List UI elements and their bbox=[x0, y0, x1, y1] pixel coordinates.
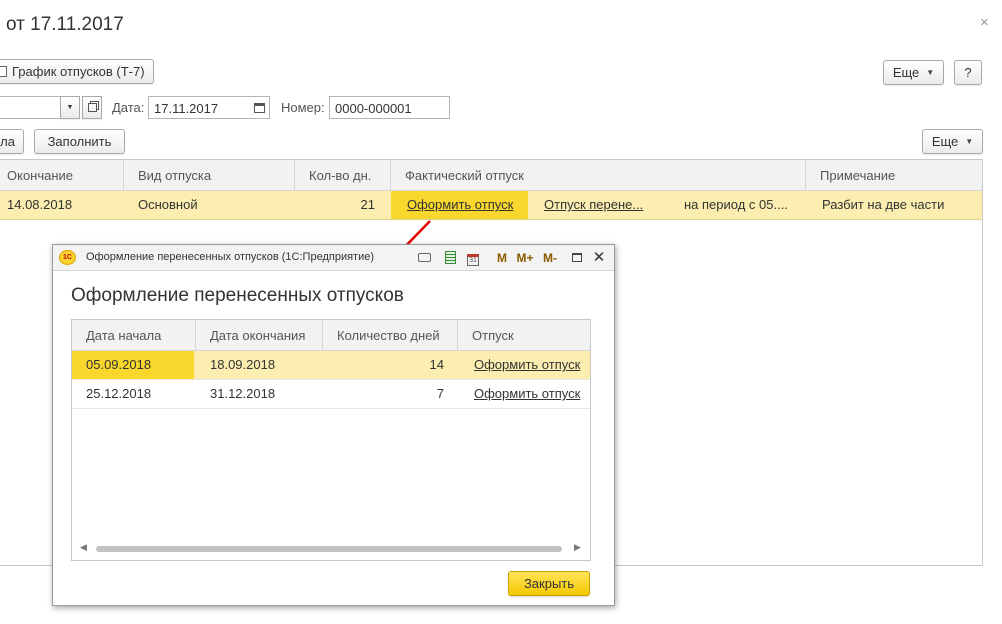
help-button-label: ? bbox=[964, 65, 972, 80]
memory-plus-button[interactable]: M+ bbox=[514, 249, 536, 267]
fill-button[interactable]: Заполнить bbox=[34, 129, 125, 154]
moved-vacation-link[interactable]: Отпуск перене... bbox=[544, 197, 643, 212]
cell-days: 14 bbox=[429, 357, 444, 372]
report-button[interactable]: График отпусков (Т-7) bbox=[0, 59, 154, 84]
calculator-icon[interactable] bbox=[441, 249, 459, 267]
document-icon bbox=[0, 66, 7, 77]
dropdown-button[interactable]: ▼ bbox=[60, 96, 80, 119]
calendar-icon[interactable]: 31 bbox=[464, 249, 482, 267]
fill-button-label: Заполнить bbox=[47, 134, 112, 149]
column-header-end[interactable]: Окончание bbox=[0, 160, 124, 191]
table-action-button[interactable]: ла bbox=[0, 129, 24, 154]
column-header-actual[interactable]: Фактический отпуск bbox=[391, 160, 806, 191]
scroll-right-icon[interactable]: ▶ bbox=[574, 542, 581, 553]
number-field[interactable]: 0000-000001 bbox=[329, 96, 450, 119]
dialog-title: Оформление перенесенных отпусков bbox=[71, 285, 404, 306]
arrange-vacation-link[interactable]: Оформить отпуск bbox=[474, 357, 580, 372]
calendar-icon[interactable] bbox=[250, 98, 268, 117]
close-icon[interactable]: ✕ bbox=[591, 249, 607, 267]
more-button[interactable]: Еще ▼ bbox=[883, 60, 944, 85]
arrange-vacation-link[interactable]: Оформить отпуск bbox=[407, 197, 513, 212]
cell-action[interactable]: Оформить отпуск bbox=[458, 351, 590, 379]
dialog-titlebar: 1С Оформление перенесенных отпусков (1С:… bbox=[53, 245, 614, 271]
scroll-left-icon[interactable]: ◀ bbox=[80, 542, 87, 553]
maximize-icon[interactable] bbox=[569, 249, 585, 267]
column-header-start[interactable]: Дата начала bbox=[72, 320, 196, 351]
cell-moved[interactable]: Отпуск перене... bbox=[530, 191, 665, 219]
cell-end: 31.12.2018 bbox=[210, 386, 276, 401]
number-label: Номер: bbox=[281, 100, 325, 115]
horizontal-scrollbar[interactable]: ◀ ▶ bbox=[78, 542, 584, 553]
close-button[interactable]: Закрыть bbox=[508, 571, 590, 596]
open-button[interactable] bbox=[82, 96, 102, 119]
chevron-down-icon: ▼ bbox=[926, 68, 935, 77]
cell-type: Основной bbox=[138, 197, 198, 212]
dialog-caption: Оформление перенесенных отпусков (1С:Пре… bbox=[86, 251, 375, 263]
column-header-days[interactable]: Количество дней bbox=[323, 320, 458, 351]
more-button-label: Еще bbox=[892, 65, 920, 80]
print-icon[interactable] bbox=[415, 249, 433, 267]
table-header: Окончание Вид отпуска Кол-во дн. Фактиче… bbox=[0, 160, 982, 191]
date-label: Дата: bbox=[112, 100, 145, 115]
column-header-type[interactable]: Вид отпуска bbox=[124, 160, 295, 191]
scrollbar-thumb[interactable] bbox=[96, 546, 562, 552]
column-header-days[interactable]: Кол-во дн. bbox=[295, 160, 391, 191]
cell-end: 14.08.2018 bbox=[7, 197, 73, 212]
help-button[interactable]: ? bbox=[954, 60, 982, 85]
close-icon[interactable]: × bbox=[980, 14, 989, 31]
column-header-end[interactable]: Дата окончания bbox=[196, 320, 323, 351]
cell-start: 05.09.2018 bbox=[72, 351, 194, 379]
report-button-label: График отпусков (Т-7) bbox=[12, 64, 145, 79]
memory-button[interactable]: M bbox=[494, 249, 510, 267]
cell-end: 18.09.2018 bbox=[210, 357, 276, 372]
column-header-vacation[interactable]: Отпуск bbox=[458, 320, 590, 351]
table-action-label: ла bbox=[0, 134, 15, 149]
chevron-down-icon: ▼ bbox=[66, 104, 74, 111]
open-icon bbox=[87, 103, 97, 112]
table-more-label: Еще bbox=[931, 134, 959, 149]
table-row[interactable]: 25.12.2018 31.12.2018 7 Оформить отпуск bbox=[72, 380, 590, 409]
chevron-down-icon: ▼ bbox=[965, 137, 974, 146]
column-header-note[interactable]: Примечание bbox=[806, 160, 982, 191]
page-title: от 17.11.2017 bbox=[6, 14, 124, 35]
transferred-vacations-table: Дата начала Дата окончания Количество дн… bbox=[71, 319, 591, 561]
document-form-window: от 17.11.2017 × График отпусков (Т-7) Ещ… bbox=[0, 0, 1002, 624]
cell-action[interactable]: Оформить отпуск bbox=[458, 380, 590, 408]
table-more-button[interactable]: Еще ▼ bbox=[922, 129, 983, 154]
cell-start: 25.12.2018 bbox=[86, 386, 152, 401]
cell-period: на период с 05.... bbox=[684, 197, 788, 212]
arrange-vacation-link[interactable]: Оформить отпуск bbox=[474, 386, 580, 401]
table-row[interactable]: 05.09.2018 18.09.2018 14 Оформить отпуск bbox=[72, 351, 590, 380]
transferred-vacations-dialog: 1С Оформление перенесенных отпусков (1С:… bbox=[52, 244, 615, 606]
table-row[interactable]: 14.08.2018 Основной 21 Оформить отпуск О… bbox=[0, 191, 982, 220]
cell-note: Разбит на две части bbox=[822, 197, 945, 212]
table-header: Дата начала Дата окончания Количество дн… bbox=[72, 320, 590, 351]
app-logo-icon: 1С bbox=[59, 250, 76, 265]
memory-minus-button[interactable]: M- bbox=[539, 249, 561, 267]
cell-days: 7 bbox=[436, 386, 444, 401]
